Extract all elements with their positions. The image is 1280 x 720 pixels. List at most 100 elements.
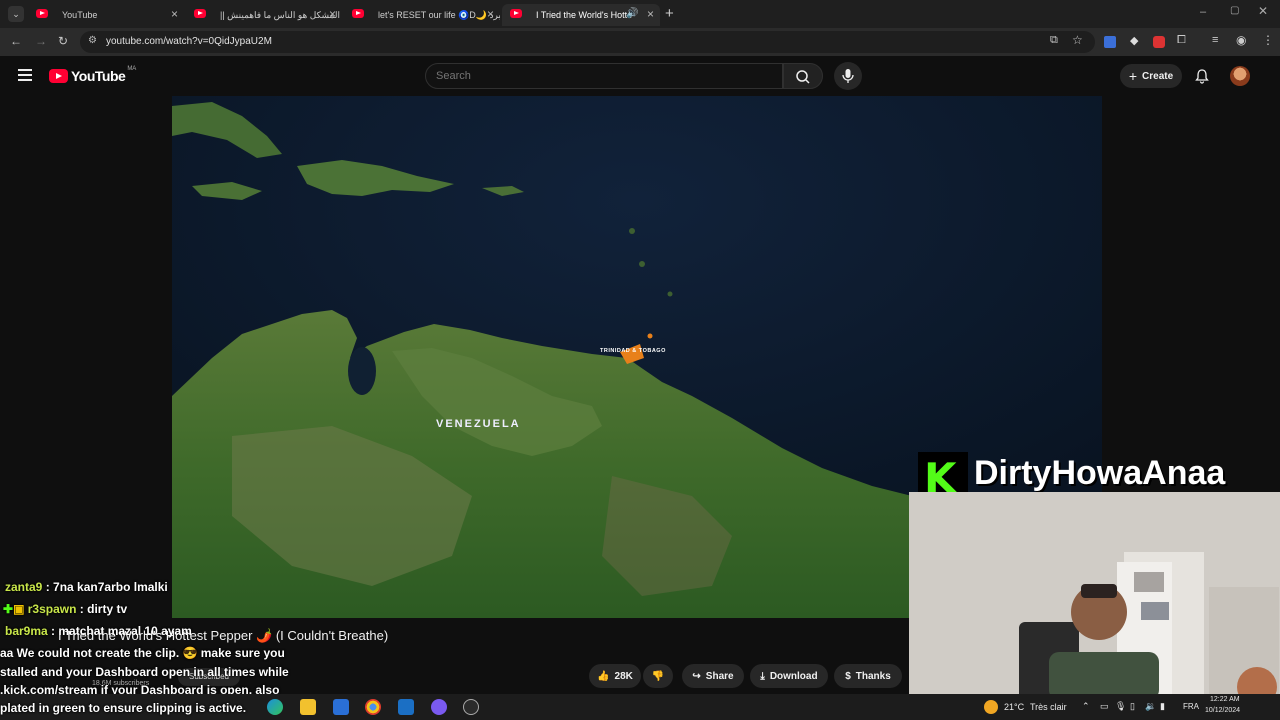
tray-volume-icon[interactable]: 🔉 [1145, 701, 1156, 712]
close-tab-icon[interactable]: × [487, 7, 494, 21]
youtube-logo-text: YouTube [71, 68, 126, 84]
hamburger-menu-icon[interactable] [18, 69, 32, 81]
thumbs-up-icon: 👍 [597, 670, 610, 682]
plus-icon: + [1128, 68, 1138, 84]
maximize-window-icon[interactable]: ▢ [1230, 5, 1239, 16]
forward-icon[interactable]: → [35, 34, 47, 48]
bookmark-star-icon[interactable]: ☆ [1072, 33, 1083, 47]
speaker-icon[interactable]: 🔊 [626, 8, 638, 19]
clock-time[interactable]: 12:22 AM [1210, 696, 1240, 703]
tab-title: YouTube [62, 10, 98, 20]
voice-search-button[interactable] [834, 62, 862, 90]
tab-title: المشكل هو الناس ما فاهمينش || [220, 9, 340, 20]
chat-message: zanta9 : 7na kan7arbo lmalki [5, 580, 168, 594]
tab-youtube[interactable]: YouTube × [28, 4, 184, 26]
microphone-icon [842, 69, 854, 83]
weather-moon-icon[interactable] [984, 700, 998, 714]
video-title: I Tried the World's Hottest Pepper 🌶️ (I… [58, 628, 389, 643]
address-bar[interactable]: ⚙ youtube.com/watch?v=0QidJypaU2M ⧉ ☆ [80, 31, 1095, 53]
close-tab-icon[interactable]: × [171, 7, 178, 21]
reload-icon[interactable]: ↻ [58, 34, 68, 48]
extension-red-icon[interactable] [1153, 36, 1165, 48]
tab-title: I Tried the World's Hottest P [536, 10, 632, 20]
keyboard-language[interactable]: FRA [1183, 702, 1199, 711]
download-icon: ⤓ [760, 670, 765, 682]
edge-browser-icon[interactable] [267, 699, 283, 715]
tab-video-3[interactable]: let's RESET our life 🧿D🌙 البرد × [344, 4, 500, 26]
country-code: MA [127, 66, 137, 72]
badge-icon: ▣ [13, 602, 25, 616]
like-count: 28K [614, 670, 633, 682]
minimize-window-icon[interactable]: – [1200, 6, 1206, 18]
close-window-icon[interactable]: ✕ [1258, 4, 1268, 18]
tab-video-2[interactable]: المشكل هو الناس ما فاهمينش || × [186, 4, 342, 26]
tab-active-video[interactable]: I Tried the World's Hottest P 🔊 × [502, 4, 660, 26]
youtube-favicon-icon [352, 9, 364, 18]
discord-icon[interactable] [431, 699, 447, 715]
site-info-icon[interactable]: ⚙ [88, 35, 97, 46]
tray-app-icon[interactable]: ▭ [1100, 701, 1109, 712]
chrome-taskbar-icon[interactable] [365, 699, 381, 715]
create-label: Create [1142, 70, 1174, 82]
youtube-favicon-icon [36, 9, 48, 18]
cast-icon[interactable]: ⧉ [1050, 34, 1058, 47]
weather-description: Très clair [1030, 702, 1067, 712]
notifications-bell-icon[interactable] [1194, 68, 1210, 84]
tray-network-icon[interactable]: ▯ [1130, 701, 1135, 712]
browser-toolbar: ← → ↻ ⚙ youtube.com/watch?v=0QidJypaU2M … [0, 28, 1280, 56]
system-message-line: stalled and your Dashboard open in all t… [0, 665, 289, 679]
url-text: youtube.com/watch?v=0QidJypaU2M [106, 36, 272, 47]
user-avatar[interactable] [1230, 66, 1250, 86]
share-button[interactable]: ↪ Share [682, 664, 744, 688]
youtube-header: YouTube MA + Create [0, 56, 1280, 96]
outlook-icon[interactable] [398, 699, 414, 715]
chat-username: zanta9 [5, 580, 43, 594]
search-button[interactable] [783, 63, 823, 89]
reading-list-icon[interactable]: ≡ [1212, 34, 1218, 46]
search-input[interactable] [436, 70, 736, 82]
obs-icon[interactable] [463, 699, 479, 715]
system-message-line: plated in green to ensure clipping is ac… [0, 701, 247, 715]
download-button[interactable]: ⤓ Download [750, 664, 828, 688]
system-message-line: aa We could not create the clip. 😎 make … [0, 646, 285, 660]
extension-translate-icon[interactable] [1104, 36, 1116, 48]
weather-temperature: 21°C [1004, 702, 1025, 712]
microsoft-store-icon[interactable] [333, 699, 349, 715]
extension-diamond-icon[interactable]: ◆ [1130, 34, 1138, 47]
new-tab-button[interactable]: + [665, 5, 674, 22]
tray-mic-icon[interactable]: 🎙 [1115, 701, 1126, 712]
tab-search-button[interactable]: ⌄ [8, 6, 24, 22]
super-thanks-icon: $ [845, 670, 851, 682]
like-button[interactable]: 👍 28K [589, 664, 641, 688]
tray-battery-icon[interactable]: ▮ [1160, 701, 1165, 712]
create-button[interactable]: + Create [1120, 64, 1182, 88]
back-icon[interactable]: ← [10, 34, 22, 48]
close-tab-icon[interactable]: × [329, 7, 336, 21]
tray-chevron-icon[interactable]: ⌃ [1082, 701, 1090, 712]
clock-date[interactable]: 10/12/2024 [1205, 707, 1240, 714]
chat-text: dirty tv [87, 602, 128, 616]
extensions-puzzle-icon[interactable]: ⧠ [1177, 34, 1186, 47]
close-tab-icon[interactable]: × [647, 7, 654, 21]
download-label: Download [769, 670, 818, 682]
youtube-logo[interactable]: YouTube MA [49, 66, 137, 84]
thanks-label: Thanks [855, 670, 891, 682]
dislike-button[interactable]: 👎 [643, 664, 673, 688]
file-explorer-icon[interactable] [300, 699, 316, 715]
badge-icon: ✚ [3, 602, 14, 616]
search-icon [796, 70, 810, 84]
tab-title: let's RESET our life 🧿D🌙 البرد [378, 9, 500, 20]
thumbs-down-icon: 👎 [651, 670, 665, 682]
chrome-menu-icon[interactable]: ⋮ [1262, 33, 1274, 47]
map-label-island: TRINIDAD & TOBAGO [600, 348, 666, 354]
webcam-scene [909, 492, 1280, 700]
map-label-country: VENEZUELA [436, 418, 521, 430]
thanks-button[interactable]: $ Thanks [834, 664, 902, 688]
stream-channel-name: DirtyHowaAnaa [974, 454, 1226, 492]
youtube-favicon-icon [510, 9, 522, 18]
streamer-webcam [909, 492, 1280, 700]
share-label: Share [705, 670, 734, 682]
search-box[interactable] [425, 63, 783, 89]
profile-icon[interactable]: ◉ [1236, 33, 1246, 47]
chat-message: ✚▣ r3spawn : dirty tv [3, 602, 128, 616]
